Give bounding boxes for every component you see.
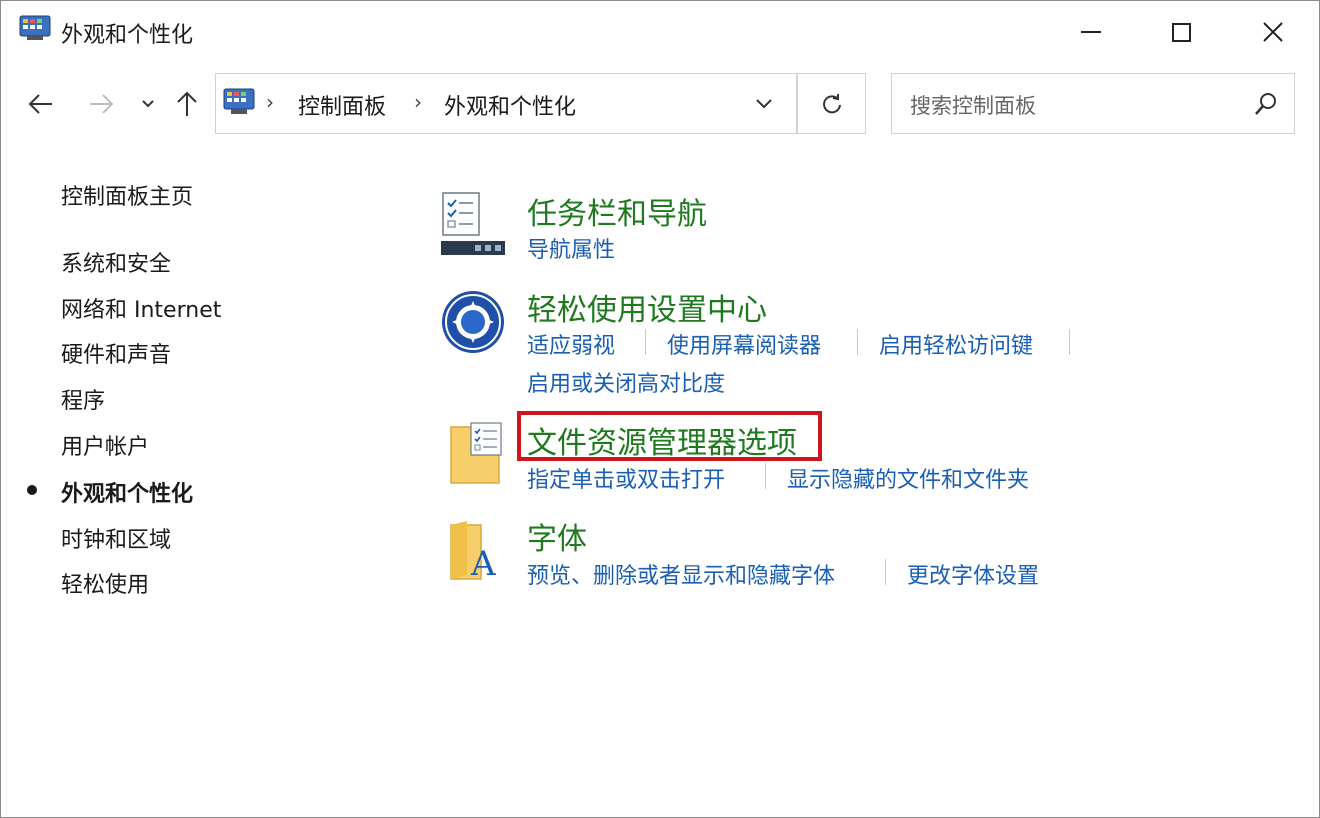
link-font-settings[interactable]: 更改字体设置 (907, 558, 1039, 590)
link-preview-fonts[interactable]: 预览、删除或者显示和隐藏字体 (527, 558, 835, 590)
maximize-button[interactable] (1135, 1, 1227, 63)
minimize-button[interactable] (1045, 1, 1137, 63)
up-button[interactable] (167, 81, 207, 127)
forward-arrow-icon (90, 94, 114, 114)
sidebar-item-hardware-sound[interactable]: 硬件和声音 (61, 337, 171, 369)
control-panel-icon (19, 15, 51, 40)
taskbar-icon (441, 192, 505, 255)
link-separator (645, 329, 646, 355)
address-dropdown-button[interactable] (744, 84, 784, 124)
folder-options-icon (450, 422, 502, 484)
address-bar[interactable]: › 控制面板 › 外观和个性化 (215, 73, 797, 134)
svg-text:A: A (470, 544, 496, 583)
title-bar: 外观和个性化 (1, 1, 1319, 63)
sidebar-item-user-accounts[interactable]: 用户帐户 (61, 429, 149, 461)
highlight-box (517, 411, 822, 461)
minimize-icon (1081, 31, 1101, 33)
sidebar-item-programs[interactable]: 程序 (61, 383, 105, 415)
link-separator (765, 463, 766, 489)
link-separator (1069, 329, 1070, 355)
fonts-folder-icon: A (450, 521, 496, 583)
ease-of-access-icon (442, 291, 504, 353)
recent-locations-button[interactable] (137, 81, 159, 127)
breadcrumb-control-panel[interactable]: 控制面板 (298, 89, 386, 121)
close-icon (1263, 22, 1283, 42)
up-arrow-icon (177, 91, 197, 116)
control-panel-icon (223, 88, 255, 114)
refresh-icon (822, 93, 841, 113)
link-narrator[interactable]: 使用屏幕阅读器 (667, 328, 821, 360)
link-single-double-click[interactable]: 指定单击或双击打开 (527, 462, 725, 494)
maximize-icon (1171, 22, 1191, 42)
link-magnifier[interactable]: 适应弱视 (527, 328, 615, 360)
window-title: 外观和个性化 (61, 23, 194, 48)
refresh-button[interactable] (797, 73, 866, 134)
back-arrow-icon (28, 94, 52, 114)
category-title-ease-of-access[interactable]: 轻松使用设置中心 (527, 285, 767, 329)
breadcrumb-appearance[interactable]: 外观和个性化 (444, 89, 576, 121)
forward-button[interactable] (81, 81, 121, 127)
category-title-fonts[interactable]: 字体 (527, 514, 587, 558)
sidebar-home-link[interactable]: 控制面板主页 (61, 179, 193, 211)
close-button[interactable] (1227, 1, 1319, 63)
search-box[interactable]: 搜索控制面板 (891, 73, 1295, 134)
category-title-taskbar[interactable]: 任务栏和导航 (527, 189, 707, 233)
chevron-down-icon (756, 99, 772, 109)
sidebar-item-ease-of-access[interactable]: 轻松使用 (61, 567, 149, 599)
sidebar-item-network-internet[interactable]: 网络和 Internet (61, 292, 221, 324)
link-separator (857, 329, 858, 355)
chevron-down-icon (142, 100, 154, 108)
link-sticky-keys[interactable]: 启用轻松访问键 (879, 328, 1033, 360)
link-navigation-properties[interactable]: 导航属性 (527, 232, 615, 264)
link-high-contrast[interactable]: 启用或关闭高对比度 (527, 366, 725, 398)
control-panel-window: 外观和个性化 › 控制面板 › 外观和个性化 搜索控制面板 控制面板主页 系统和… (0, 0, 1320, 818)
sidebar-item-system-security[interactable]: 系统和安全 (61, 246, 171, 278)
sidebar-item-clock-region[interactable]: 时钟和区域 (61, 522, 171, 554)
breadcrumb-separator[interactable]: › (414, 90, 422, 114)
sidebar-item-appearance[interactable]: 外观和个性化 (61, 476, 193, 508)
back-button[interactable] (21, 81, 61, 127)
active-item-bullet (27, 485, 37, 495)
search-icon[interactable] (1252, 90, 1280, 118)
search-placeholder[interactable]: 搜索控制面板 (910, 90, 1036, 120)
breadcrumb-separator[interactable]: › (266, 90, 274, 114)
link-show-hidden-files[interactable]: 显示隐藏的文件和文件夹 (787, 462, 1029, 494)
link-separator (885, 559, 886, 585)
